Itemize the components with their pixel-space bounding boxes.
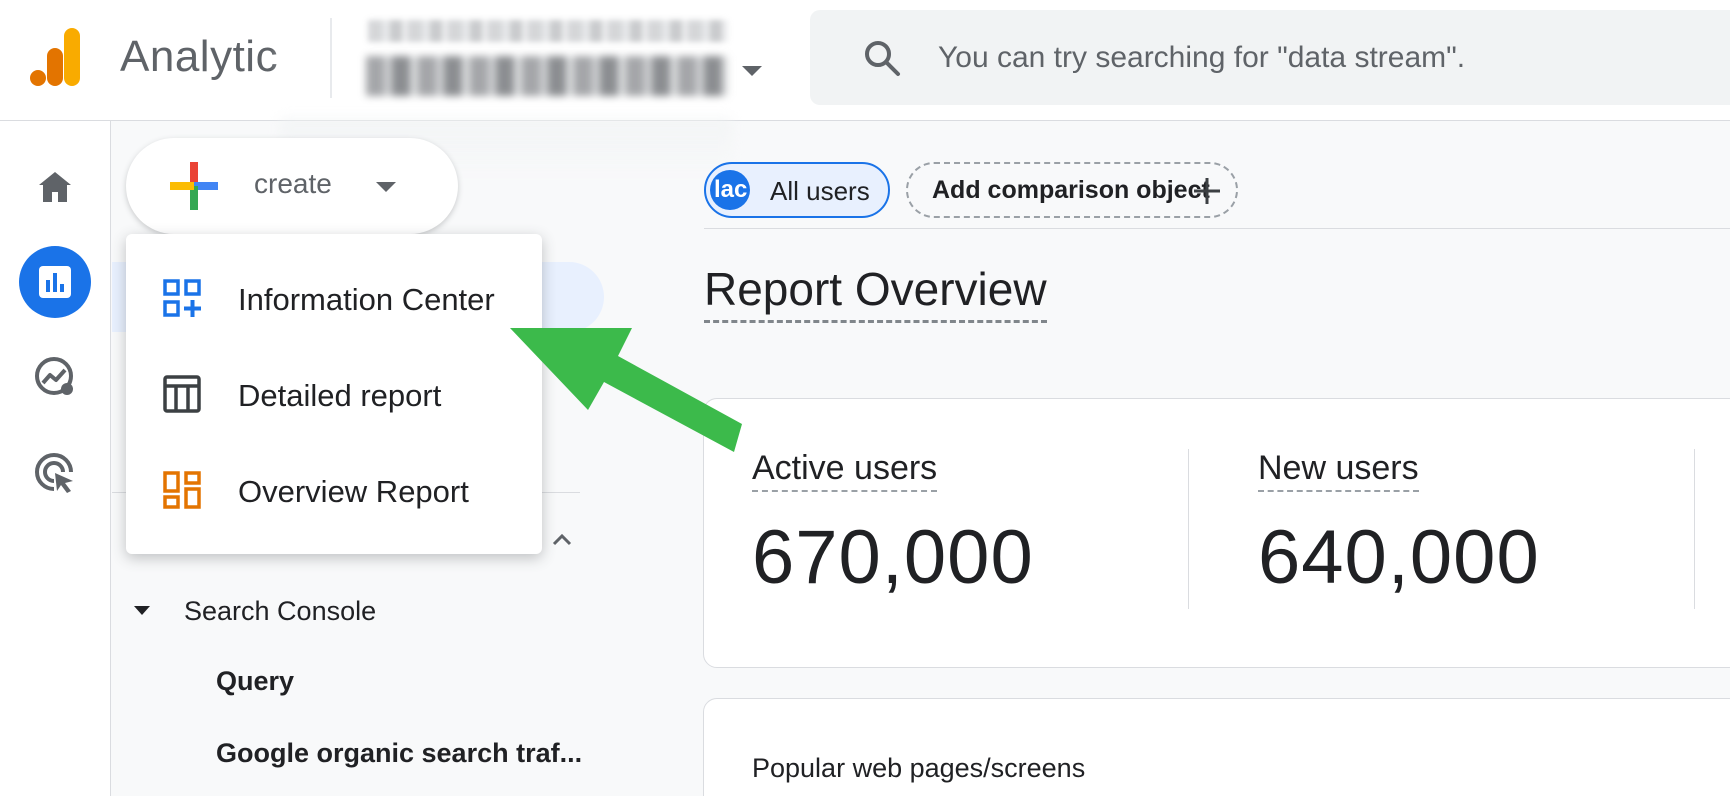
nav-item-organic-search-traffic[interactable]: Google organic search traf... (216, 738, 596, 769)
annotation-arrow (510, 328, 742, 452)
metric-active-users[interactable]: Active users 670,000 (752, 449, 1034, 601)
search-icon (865, 41, 900, 76)
metrics-card: Active users 670,000 New users 640,000 (703, 398, 1730, 668)
page-title[interactable]: Report Overview (704, 262, 1047, 323)
menu-item-label: Detailed report (238, 378, 442, 413)
chevron-up-icon[interactable] (548, 526, 576, 554)
top-bar: Analytic (0, 0, 1730, 121)
home-icon (39, 172, 71, 202)
all-users-chip[interactable]: lac All users (704, 162, 890, 218)
popular-pages-card: Popular web pages/screens (703, 698, 1730, 796)
explore-icon (35, 357, 73, 395)
account-dropdown-icon[interactable] (742, 66, 762, 76)
menu-item-label: Information Center (238, 282, 495, 317)
header-divider (330, 18, 332, 98)
rail-home-button[interactable] (19, 151, 91, 223)
menu-item-information-center[interactable]: Information Center (126, 250, 542, 346)
add-comparison-label: Add comparison object (932, 176, 1210, 204)
dashboard-icon (163, 471, 201, 509)
analytics-logo[interactable] (30, 28, 82, 86)
search-bar[interactable] (810, 10, 1730, 105)
table-icon (163, 375, 201, 413)
account-selector[interactable] (362, 16, 732, 104)
metric-label[interactable]: New users (1258, 449, 1419, 492)
reports-icon (39, 266, 71, 298)
segment-avatar: lac (710, 170, 750, 210)
add-comparison-button[interactable]: Add comparison object (906, 162, 1238, 218)
brand-fade (270, 20, 320, 100)
account-name-redacted (368, 20, 728, 42)
plus-icon (170, 162, 218, 210)
advertising-icon (35, 453, 73, 493)
nav-rail (0, 121, 111, 796)
property-name-redacted (366, 56, 728, 96)
rail-reports-button[interactable] (19, 246, 91, 318)
product-name: Analytic (120, 32, 279, 81)
menu-item-overview-report[interactable]: Overview Report (126, 442, 542, 538)
caret-down-icon (376, 182, 396, 192)
card-title: Popular web pages/screens (752, 753, 1086, 783)
add-icon (1194, 178, 1220, 204)
search-input[interactable] (938, 36, 1718, 80)
create-label: create (254, 168, 332, 199)
menu-item-label: Overview Report (238, 474, 469, 509)
rail-explore-button[interactable] (19, 341, 91, 413)
metric-divider (1694, 449, 1695, 609)
create-menu: Information Center Detailed report Overv… (126, 234, 542, 554)
chip-row-divider (704, 228, 1730, 229)
caret-down-icon[interactable] (134, 606, 150, 615)
create-button[interactable]: create (126, 138, 458, 234)
metric-new-users[interactable]: New users 640,000 (1258, 449, 1540, 601)
library-add-icon (163, 279, 201, 317)
metric-divider (1188, 449, 1189, 609)
rail-advertising-button[interactable] (19, 437, 91, 509)
menu-item-detailed-report[interactable]: Detailed report (126, 346, 542, 442)
metric-label[interactable]: Active users (752, 449, 938, 492)
nav-group-label: Search Console (184, 596, 377, 626)
metric-value: 640,000 (1258, 515, 1540, 600)
nav-item-query[interactable]: Query (216, 666, 596, 697)
all-users-label: All users (770, 176, 870, 206)
metric-value: 670,000 (752, 515, 1034, 600)
